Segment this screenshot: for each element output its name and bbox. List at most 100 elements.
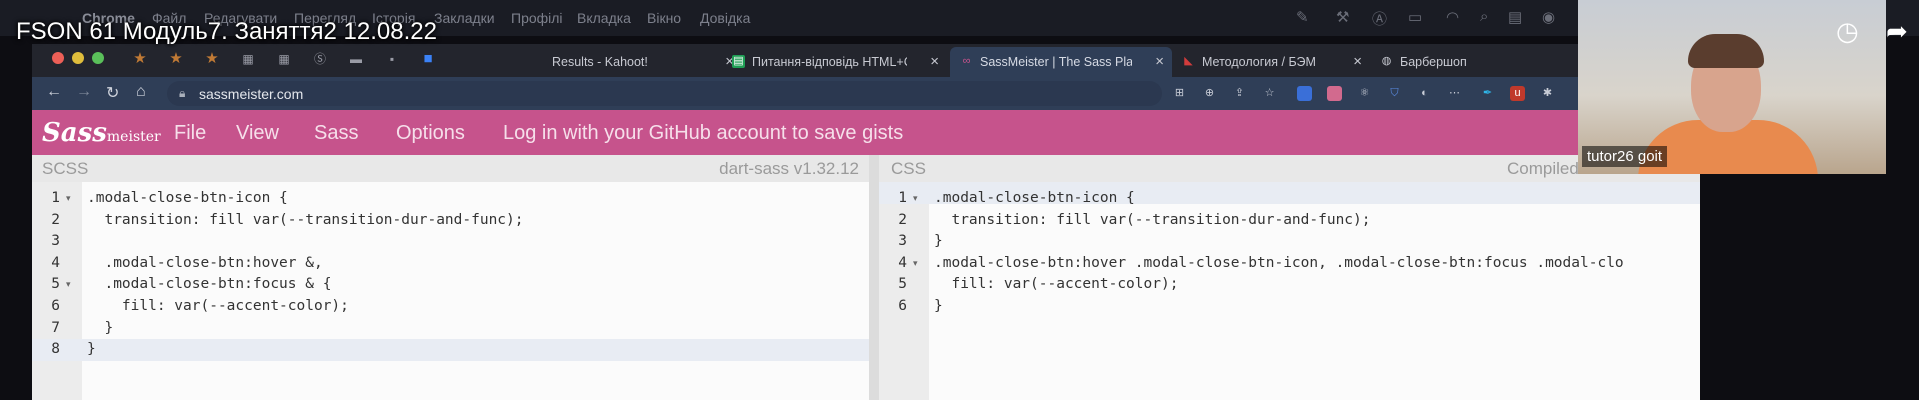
pinned-meet-icon[interactable]: ■: [420, 51, 436, 67]
tab-title: Results - Kahoot!: [552, 55, 648, 69]
extension-icon[interactable]: [1327, 86, 1342, 101]
bookmark-star-icon[interactable]: ☆: [1262, 86, 1277, 101]
menu-item-window[interactable]: Вікно: [647, 10, 681, 26]
pane-divider[interactable]: [869, 155, 879, 400]
control-center-icon[interactable]: ▤: [1508, 8, 1522, 26]
fold-toggle-icon[interactable]: ▾: [66, 274, 71, 296]
scss-code-line[interactable]: fill: var(--accent-color);: [87, 296, 349, 318]
menu-view[interactable]: View: [236, 122, 279, 145]
presenter-hair: [1688, 34, 1764, 68]
close-icon[interactable]: ×: [1353, 53, 1362, 70]
scss-code-line[interactable]: transition: fill var(--transition-dur-an…: [87, 210, 523, 232]
menu-file[interactable]: File: [174, 122, 206, 145]
editor-area: SCSS dart-sass v1.32.12 CSS Compiled in …: [32, 155, 1700, 400]
back-icon[interactable]: ←: [46, 83, 62, 101]
menu-item-help[interactable]: Довідка: [700, 10, 750, 26]
css-code-line[interactable]: fill: var(--accent-color);: [934, 274, 1178, 296]
zoom-icon[interactable]: ⊕: [1202, 86, 1217, 101]
shield-icon[interactable]: ⛉: [1387, 86, 1402, 101]
address-bar[interactable]: 🔒︎ sassmeister.com: [167, 81, 1162, 106]
reload-icon[interactable]: ↻: [106, 83, 119, 103]
react-devtools-icon[interactable]: ⚛: [1357, 86, 1372, 101]
close-window-button[interactable]: [52, 52, 64, 64]
css-code-line[interactable]: .modal-close-btn-icon {: [934, 188, 1135, 210]
menu-item-tab[interactable]: Вкладка: [577, 10, 631, 26]
siri-icon[interactable]: ◉: [1542, 8, 1555, 26]
menu-item-profiles[interactable]: Профілі: [511, 10, 563, 26]
scss-code-line[interactable]: }: [87, 339, 96, 361]
zoom-window-button[interactable]: [92, 52, 104, 64]
extension-icon[interactable]: u: [1510, 86, 1525, 101]
close-icon[interactable]: ×: [930, 53, 939, 70]
css-line-number: 2: [898, 211, 907, 228]
pinned-s-icon[interactable]: Ⓢ: [312, 51, 328, 67]
search-icon[interactable]: ⌕: [1480, 8, 1488, 25]
css-code-line[interactable]: }: [934, 231, 943, 253]
sassmeister-logo[interactable]: Sassmeister: [42, 118, 161, 148]
bem-icon: ◣: [1184, 55, 1193, 67]
share-arrow-icon[interactable]: ➦: [1886, 16, 1908, 47]
minimize-window-button[interactable]: [72, 52, 84, 64]
scss-line-number: 7: [51, 319, 60, 336]
forward-icon[interactable]: →: [76, 83, 92, 101]
scss-code-line[interactable]: .modal-close-btn:focus & {: [87, 274, 331, 296]
extensions-puzzle-icon[interactable]: ✱: [1540, 86, 1555, 101]
css-code-line[interactable]: .modal-close-btn:hover .modal-close-btn-…: [934, 253, 1624, 275]
extension-icon[interactable]: ◐: [1417, 86, 1432, 101]
tab-sassmeister[interactable]: ∞ SassMeister | The Sass Play ×: [950, 47, 1172, 77]
tab-kahoot[interactable]: Results - Kahoot! ×: [482, 47, 742, 77]
watch-later-icon[interactable]: ◷: [1836, 16, 1859, 47]
scss-line-number: 6: [51, 298, 60, 314]
home-icon[interactable]: ⌂: [136, 83, 146, 101]
fold-toggle-icon[interactable]: ▾: [66, 188, 71, 210]
pinned-tab-icon[interactable]: ▦: [240, 51, 256, 67]
menu-sass[interactable]: Sass: [314, 122, 358, 145]
sass-version-select[interactable]: dart-sass v1.32.12: [719, 159, 859, 179]
tab-title: SassMeister | The Sass Play: [980, 55, 1132, 69]
menu-options[interactable]: Options: [396, 122, 465, 145]
sheets-icon: ▤: [732, 55, 745, 68]
translate-icon[interactable]: ⊞: [1172, 86, 1187, 101]
sassmeister-header: Sassmeister File View Sass Options Log i…: [32, 110, 1700, 155]
scss-line-number: 5: [51, 276, 60, 293]
more-icon[interactable]: ⋯: [1447, 86, 1462, 101]
css-code-line[interactable]: transition: fill var(--transition-dur-an…: [934, 210, 1370, 232]
tab-bem[interactable]: ◣ Методология / БЭМ ×: [1172, 47, 1370, 77]
url-text[interactable]: sassmeister.com: [199, 86, 303, 102]
pinned-tab-icon[interactable]: ▪: [384, 51, 400, 67]
tab-title: Питання-відповідь HTML+C: [752, 55, 907, 69]
share-icon[interactable]: ⇪: [1232, 86, 1247, 101]
close-icon[interactable]: ×: [1155, 53, 1164, 70]
extension-icon[interactable]: [1297, 86, 1312, 101]
pinned-star-icon[interactable]: ★: [168, 51, 184, 67]
menu-item-bookmarks[interactable]: Закладки: [434, 10, 495, 26]
fold-toggle-icon[interactable]: ▾: [913, 188, 918, 210]
scss-code-line[interactable]: .modal-close-btn-icon {: [87, 188, 288, 210]
tab-barbershop[interactable]: ◍ Барбершоп ×: [1370, 47, 1610, 77]
pinned-tab-icon[interactable]: ▦: [276, 51, 292, 67]
scss-code-line[interactable]: }: [87, 318, 113, 340]
pinned-star-icon[interactable]: ★: [132, 51, 148, 67]
css-code-line[interactable]: }: [934, 296, 943, 318]
video-title-overlay: FSON 61 Модуль7. Заняття2 12.08.22: [16, 18, 437, 45]
webcam-name-label: tutor26 goit: [1582, 146, 1668, 167]
scss-line-number: 4: [51, 254, 60, 271]
eyedropper-icon[interactable]: ✒: [1480, 86, 1495, 101]
pinned-doc-icon[interactable]: ▬: [348, 51, 364, 67]
tab-sheets[interactable]: ▤ Питання-відповідь HTML+C ×: [722, 47, 947, 77]
keyboard-a-icon[interactable]: Ⓐ: [1372, 8, 1387, 29]
scss-code-line[interactable]: .modal-close-btn:hover &,: [87, 253, 322, 275]
github-login-link[interactable]: Log in with your GitHub account to save …: [503, 122, 903, 145]
globe-icon: ◍: [1381, 55, 1392, 67]
fold-toggle-icon[interactable]: ▾: [913, 253, 918, 275]
scss-line-number: 2: [51, 211, 60, 228]
pinned-star-icon[interactable]: ★: [204, 51, 220, 67]
scss-pane-header: SCSS dart-sass v1.32.12: [32, 155, 869, 182]
feather-icon[interactable]: ✎: [1296, 8, 1309, 26]
battery-icon[interactable]: ▭: [1408, 8, 1422, 26]
wifi-icon[interactable]: ◠: [1446, 8, 1459, 26]
tab-title: Методология / БЭМ: [1202, 55, 1316, 69]
video-controls: ◷ ➦: [1836, 0, 1919, 60]
tool-icon[interactable]: ⚒: [1336, 8, 1349, 26]
lock-icon[interactable]: 🔒︎: [179, 86, 185, 101]
